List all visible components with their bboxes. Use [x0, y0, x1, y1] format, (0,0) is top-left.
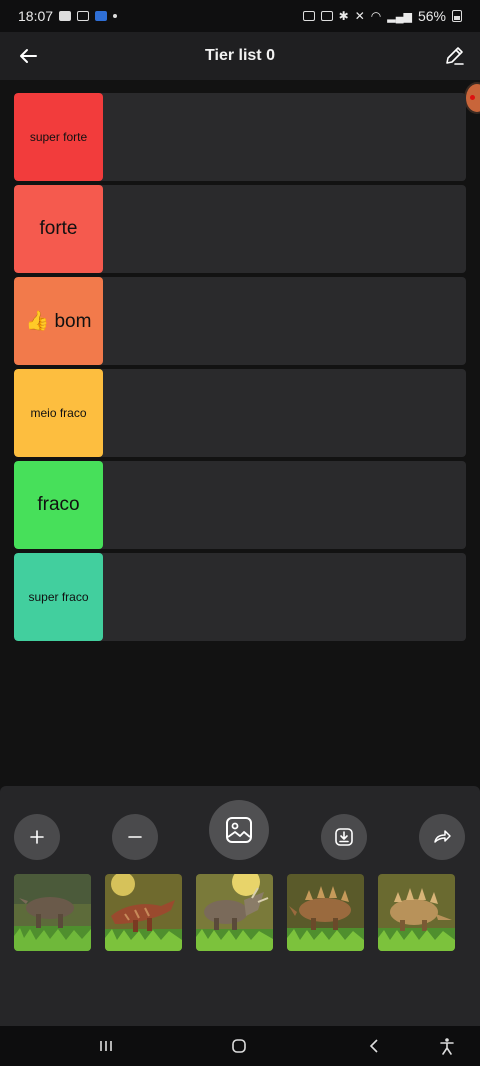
status-time: 18:07 [18, 8, 54, 24]
app-bar: Tier list 0 [0, 32, 480, 80]
gallery-icon [77, 11, 90, 21]
tier-drop-zone[interactable] [103, 277, 466, 365]
bluetooth-icon: ✱ [338, 9, 349, 23]
tier-drop-zone[interactable] [103, 369, 466, 457]
download-button[interactable] [321, 814, 367, 860]
nfc-icon [320, 11, 333, 21]
image-pool [14, 874, 455, 951]
status-bar: 18:07 ✱ ✕ ◠ ▂▄▆ 56% [0, 0, 480, 32]
arrow-left-icon [20, 49, 37, 63]
tier-label[interactable]: 👍 bom [14, 277, 103, 365]
recents-button[interactable] [94, 1034, 118, 1058]
sim-icon [302, 11, 315, 21]
recents-icon [100, 1041, 112, 1051]
more-notifications-icon [113, 14, 118, 18]
home-button[interactable] [227, 1034, 251, 1058]
tier-label[interactable]: meio fraco [14, 369, 103, 457]
add-image-button[interactable] [209, 800, 269, 860]
wifi-icon: ◠ [370, 9, 382, 23]
tier-row: fraco [14, 461, 466, 549]
bottom-panel [0, 786, 480, 1026]
image-icon [226, 817, 252, 843]
pencil-icon [446, 47, 464, 65]
dinosaur-thumbnail[interactable] [196, 874, 273, 951]
remove-tier-button[interactable] [112, 814, 158, 860]
signal-icon: ▂▄▆ [387, 10, 412, 23]
tier-row: super forte [14, 93, 466, 181]
floating-bubble[interactable] [466, 84, 480, 112]
tier-label[interactable]: forte [14, 185, 103, 273]
page-title: Tier list 0 [205, 47, 275, 64]
share-button[interactable] [419, 814, 465, 860]
tier-row: 👍 bom [14, 277, 466, 365]
tier-drop-zone[interactable] [103, 553, 466, 641]
home-icon [232, 1039, 246, 1053]
add-tier-button[interactable] [14, 814, 60, 860]
dinosaur-thumbnail[interactable] [378, 874, 455, 951]
tier-label[interactable]: super fraco [14, 553, 103, 641]
download-icon [335, 828, 353, 846]
plus-icon [30, 830, 44, 844]
back-nav-button[interactable] [362, 1034, 386, 1058]
system-nav-bar [0, 1026, 480, 1066]
mute-icon: ✕ [354, 9, 365, 23]
tier-drop-zone[interactable] [103, 93, 466, 181]
edit-button[interactable] [438, 40, 470, 72]
accessibility-button[interactable] [435, 1034, 459, 1058]
share-icon [434, 830, 451, 843]
tier-drop-zone[interactable] [103, 185, 466, 273]
video-icon [59, 11, 72, 21]
dinosaur-thumbnail[interactable] [287, 874, 364, 951]
tier-row: forte [14, 185, 466, 273]
back-button[interactable] [12, 40, 44, 72]
tier-label[interactable]: fraco [14, 461, 103, 549]
accessibility-icon [440, 1038, 454, 1055]
minus-icon [128, 836, 142, 838]
battery-percent: 56% [417, 8, 446, 24]
dinosaur-thumbnail[interactable] [105, 874, 182, 951]
tier-label[interactable]: super forte [14, 93, 103, 181]
chevron-left-icon [369, 1039, 378, 1053]
tier-list: super forte forte 👍 bom meio fraco fraco… [14, 93, 466, 645]
dinosaur-thumbnail[interactable] [14, 874, 91, 951]
tier-drop-zone[interactable] [103, 461, 466, 549]
tier-row: super fraco [14, 553, 466, 641]
battery-icon [452, 10, 462, 22]
tier-row: meio fraco [14, 369, 466, 457]
app-notification-icon [95, 11, 108, 21]
